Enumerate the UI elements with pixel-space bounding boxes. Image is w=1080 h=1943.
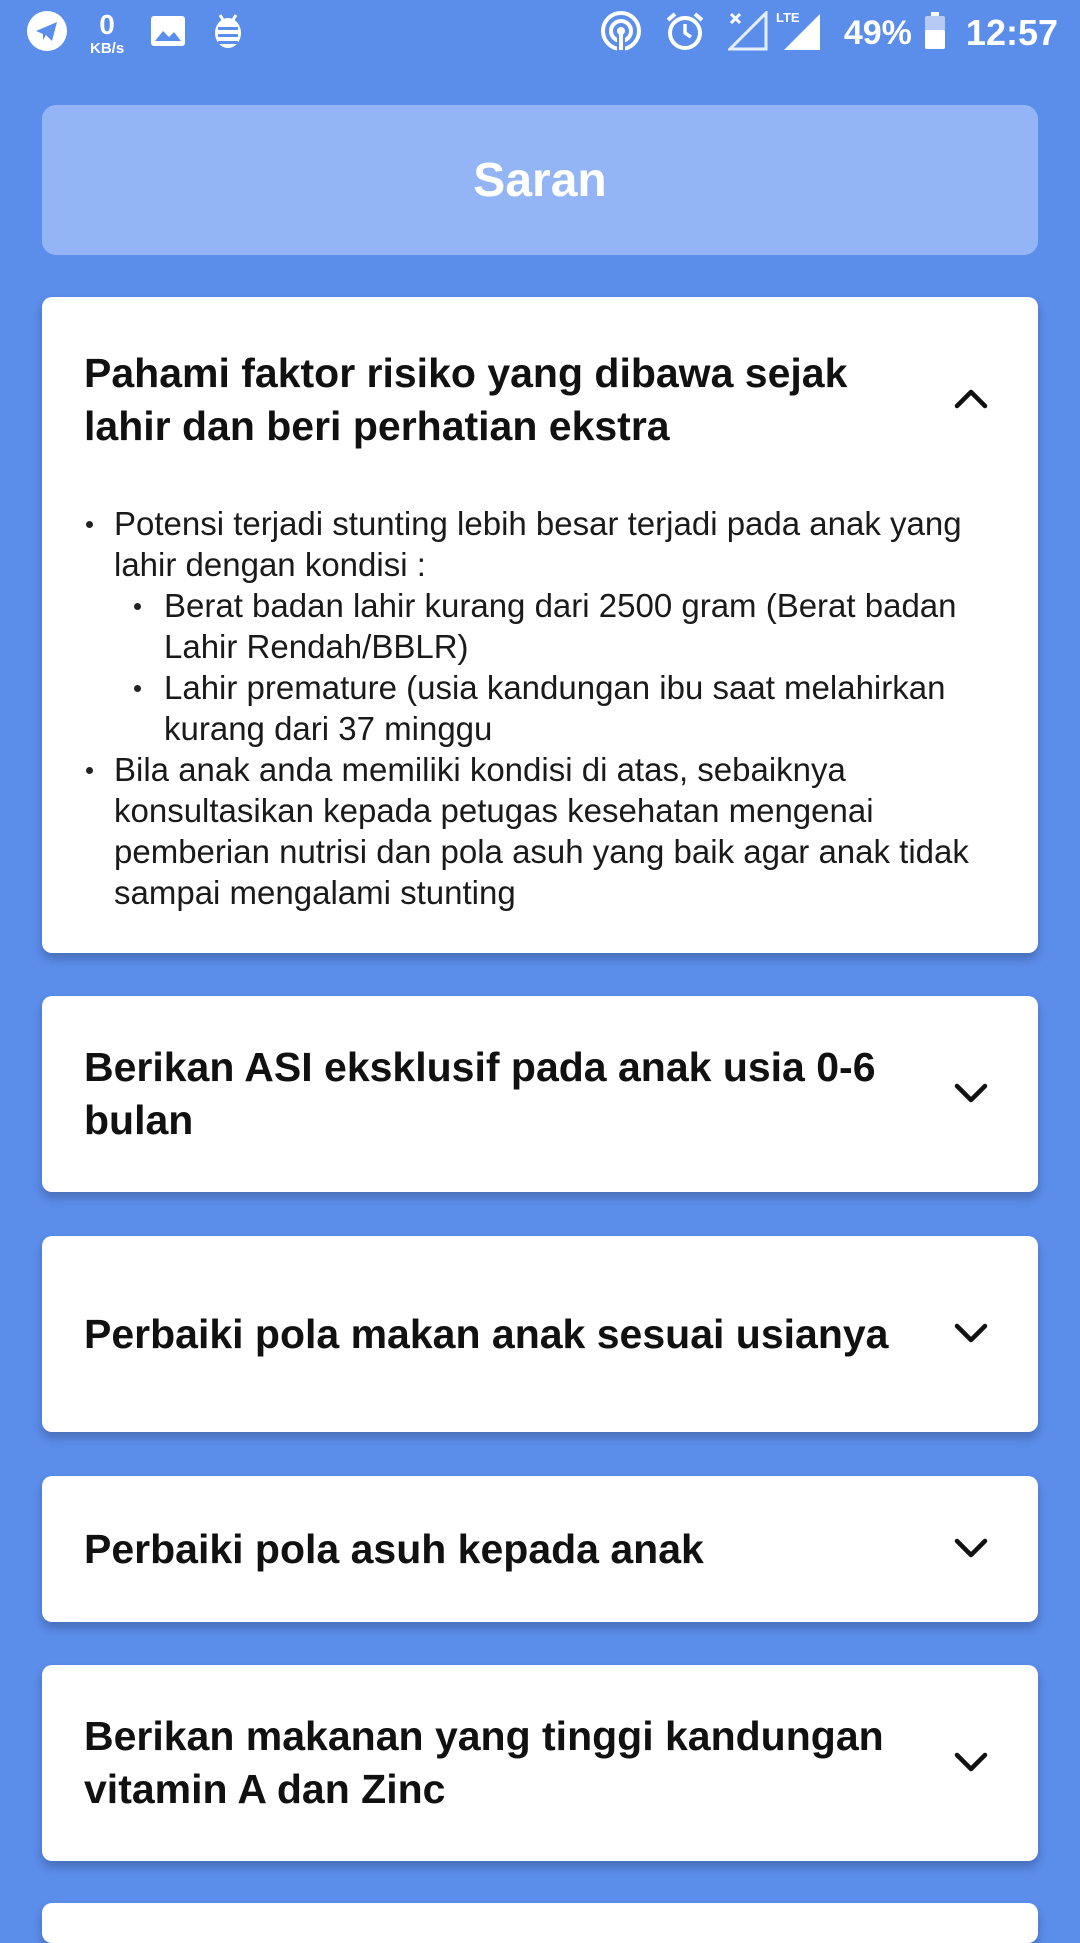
clock: 12:57	[965, 12, 1058, 53]
accordion-card-vitamin: Berikan makanan yang tinggi kandungan vi…	[42, 1665, 1038, 1861]
accordion-header[interactable]: Perbaiki pola asuh kepada anak	[42, 1476, 1038, 1622]
network-speed-indicator: 0 KB/s	[90, 8, 125, 57]
chevron-down-icon[interactable]	[954, 1752, 988, 1774]
page-title: Saran	[473, 153, 607, 207]
hotspot-icon	[600, 10, 642, 57]
accordion-card-parenting: Perbaiki pola asuh kepada anak	[42, 1476, 1038, 1622]
accordion-header[interactable]: Perbaiki pola makan anak sesuai usianya	[42, 1236, 1038, 1432]
telegram-icon	[26, 10, 68, 57]
battery-percent: 49%	[843, 13, 912, 52]
alarm-icon	[664, 10, 706, 57]
image-icon	[150, 15, 186, 52]
list-item: Lahir premature (usia kandungan ibu saat…	[132, 667, 998, 749]
advice-list: Potensi terjadi stunting lebih besar ter…	[84, 503, 998, 913]
chevron-up-icon[interactable]	[954, 387, 988, 409]
status-bar-left: 0 KB/s	[26, 10, 270, 56]
chevron-down-icon[interactable]	[954, 1538, 988, 1560]
list-item: Potensi terjadi stunting lebih besar ter…	[84, 503, 998, 749]
accordion-card-partial[interactable]	[42, 1903, 1038, 1943]
accordion-card-asi: Berikan ASI eksklusif pada anak usia 0-6…	[42, 996, 1038, 1192]
network-speed-unit: KB/s	[90, 39, 125, 57]
accordion-header[interactable]: Berikan makanan yang tinggi kandungan vi…	[42, 1665, 1038, 1861]
accordion-title: Perbaiki pola asuh kepada anak	[84, 1525, 704, 1572]
list-item: Berat badan lahir kurang dari 2500 gram …	[132, 585, 998, 667]
accordion-card-diet: Perbaiki pola makan anak sesuai usianya	[42, 1236, 1038, 1432]
accordion-header[interactable]: Berikan ASI eksklusif pada anak usia 0-6…	[42, 996, 1038, 1192]
list-item: Bila anak anda memiliki kondisi di atas,…	[84, 749, 998, 913]
no-signal-icon	[726, 8, 768, 56]
accordion-title: Berikan ASI eksklusif pada anak usia 0-6…	[84, 1044, 876, 1143]
debug-icon	[208, 11, 248, 56]
accordion-card-risk-factors: Pahami faktor risiko yang dibawa sejak l…	[42, 297, 1038, 953]
network-speed-value: 0	[99, 8, 115, 40]
status-bar-right: LTE 49% 12:57	[600, 8, 1058, 57]
accordion-title: Berikan makanan yang tinggi kandungan vi…	[84, 1713, 884, 1812]
accordion-content: Potensi terjadi stunting lebih besar ter…	[42, 453, 1038, 913]
accordion-title: Pahami faktor risiko yang dibawa sejak l…	[84, 350, 848, 449]
chevron-down-icon[interactable]	[954, 1323, 988, 1345]
list-item-text: Potensi terjadi stunting lebih besar ter…	[114, 505, 962, 583]
header-bar: Saran	[42, 105, 1038, 255]
svg-text:LTE: LTE	[776, 10, 800, 25]
sub-list: Berat badan lahir kurang dari 2500 gram …	[132, 585, 998, 749]
chevron-down-icon[interactable]	[954, 1083, 988, 1105]
battery-icon	[924, 11, 946, 55]
lte-signal-icon: LTE	[776, 10, 822, 57]
accordion-header[interactable]: Pahami faktor risiko yang dibawa sejak l…	[42, 297, 1038, 453]
accordion-title: Perbaiki pola makan anak sesuai usianya	[84, 1310, 889, 1357]
status-bar: 0 KB/s LTE 49% 12:57	[0, 0, 1080, 64]
